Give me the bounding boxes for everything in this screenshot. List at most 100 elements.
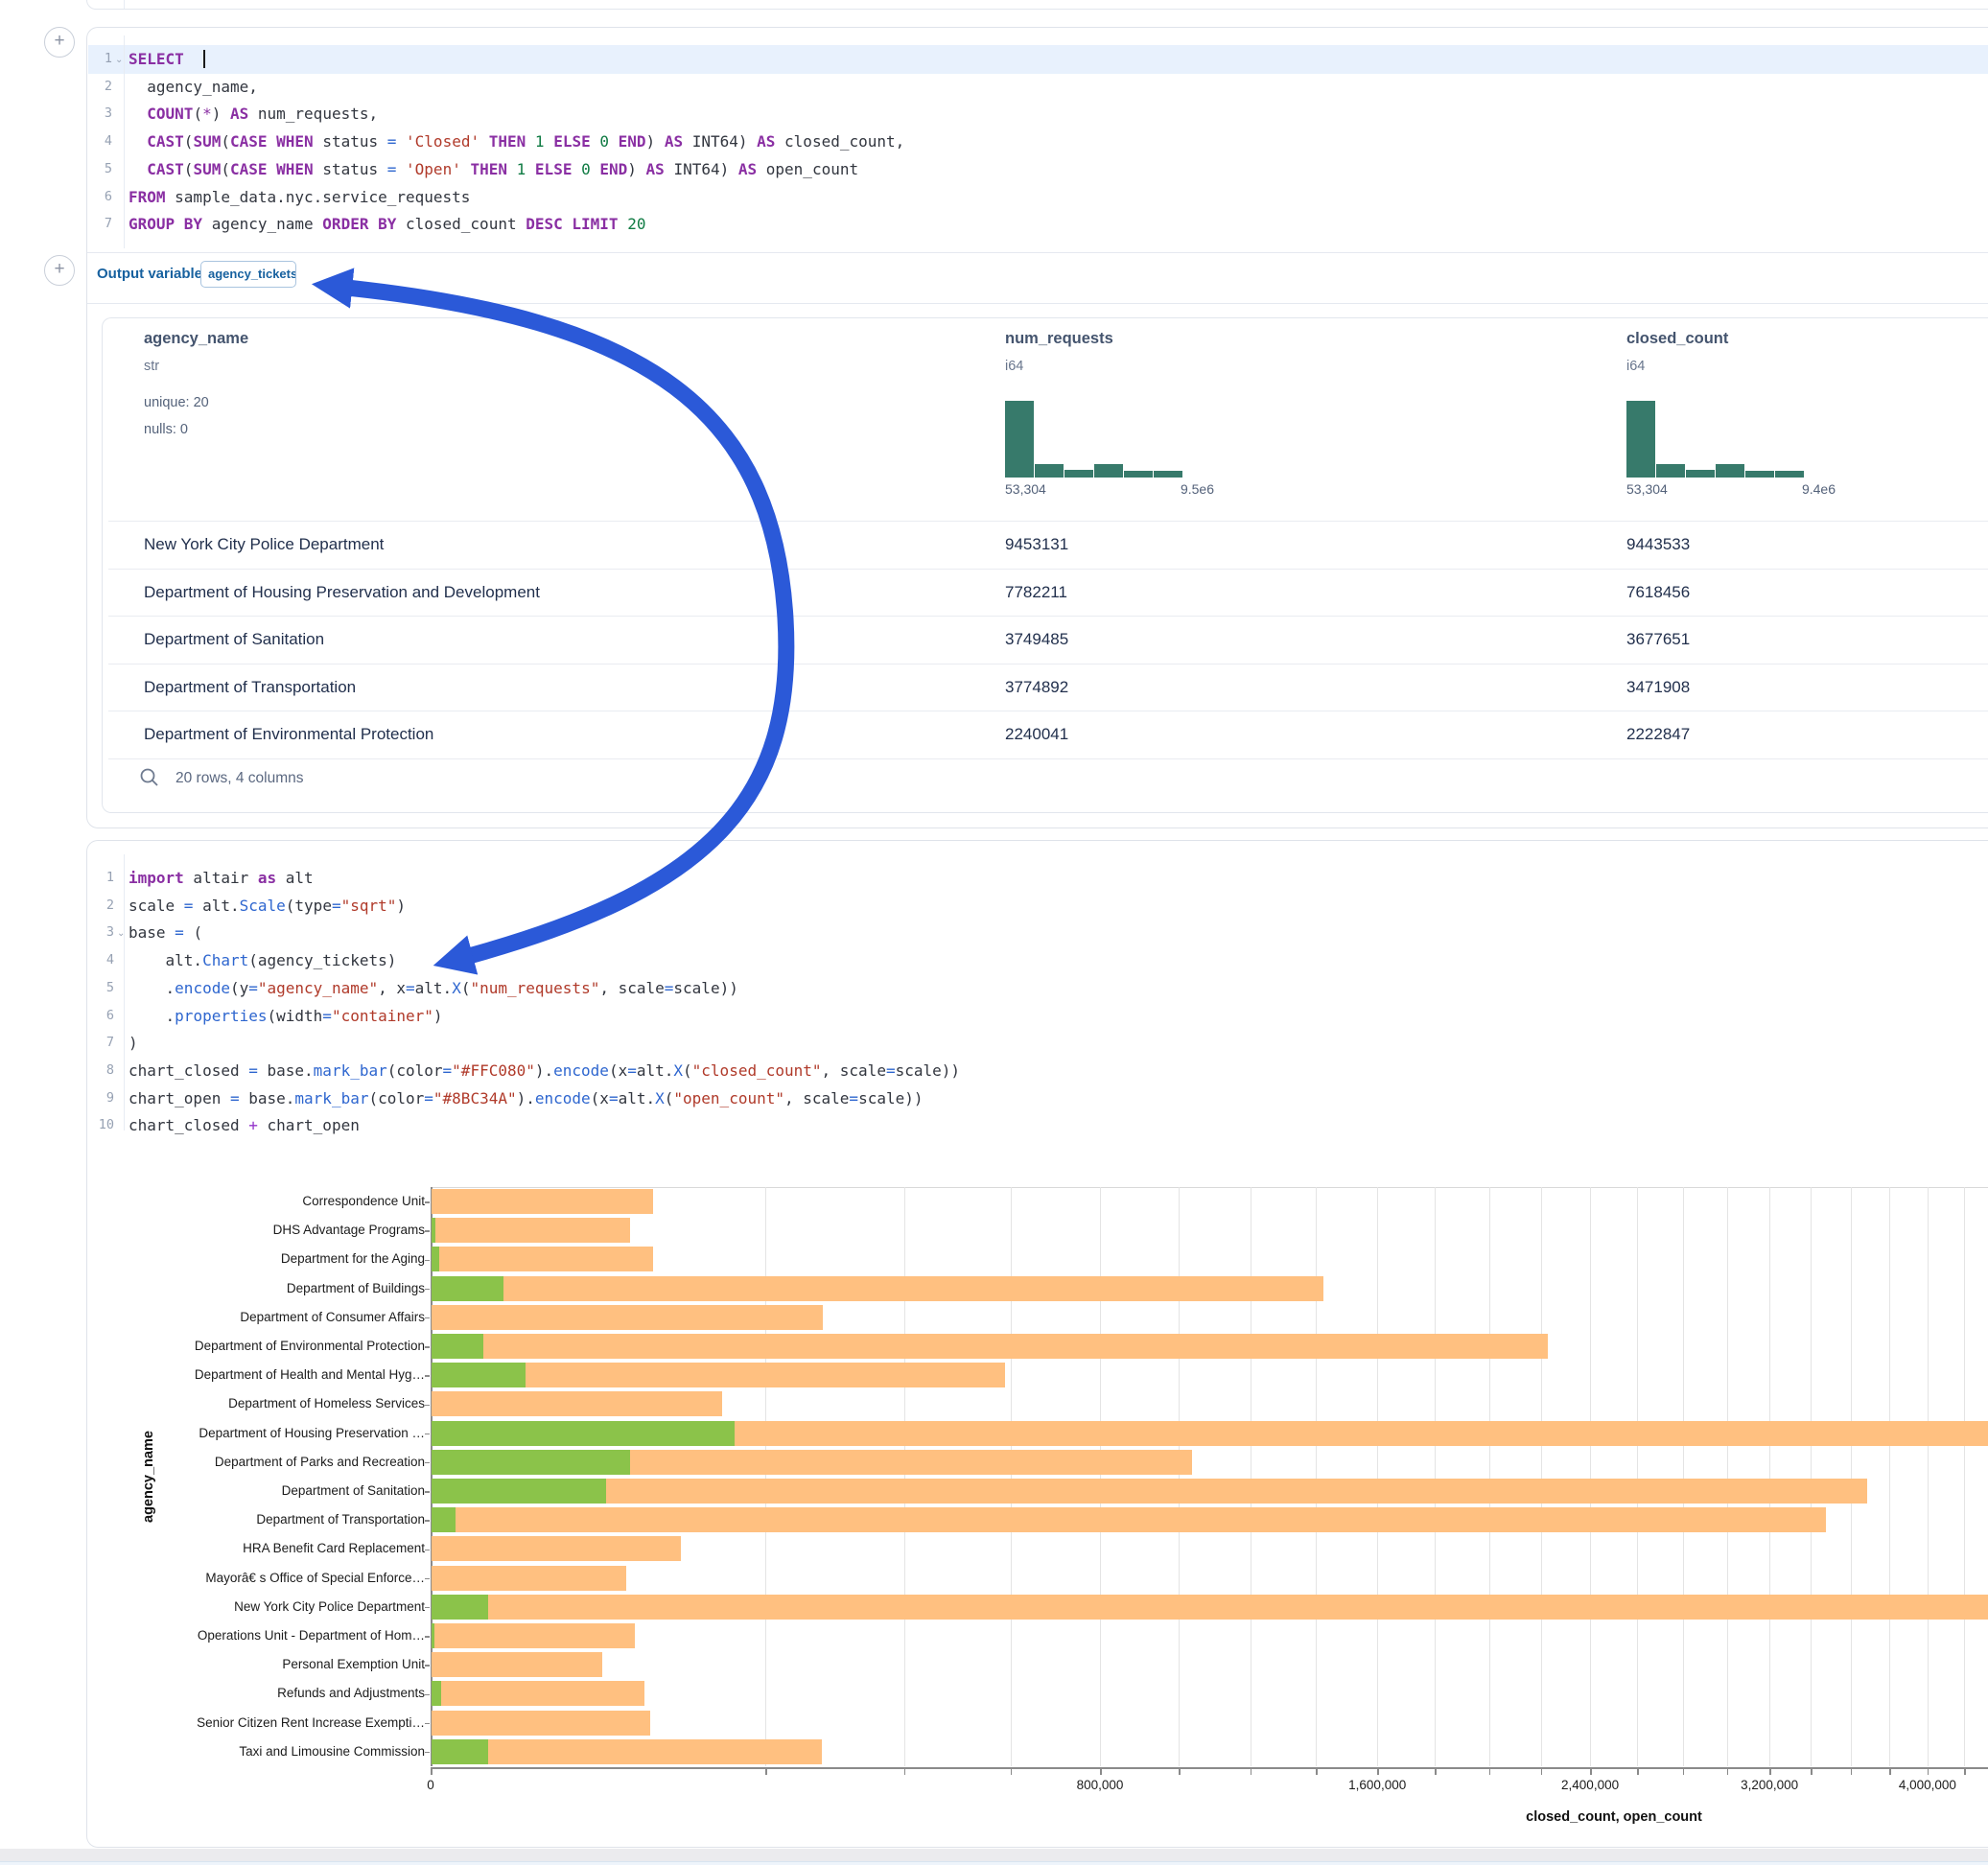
line-number: 3: [87, 105, 112, 121]
code-line: chart_open = base.mark_bar(color="#8BC34…: [129, 1088, 924, 1109]
output-variable-pill[interactable]: agency_tickets: [200, 261, 296, 288]
gridline: [765, 1187, 766, 1766]
gridline: [1851, 1187, 1852, 1766]
y-axis-category-label: Mayorâ€ s Office of Special Enforce…: [87, 1571, 425, 1585]
chart-bar-open_count: [432, 1507, 456, 1532]
line-number: 9: [87, 1090, 114, 1106]
y-axis-category-label: Department for the Aging: [87, 1251, 425, 1266]
y-axis-category-label: Department of Sanitation: [87, 1483, 425, 1498]
chart-bar-closed_count: [432, 1681, 644, 1706]
y-axis-category-label: Department of Buildings: [87, 1281, 425, 1295]
code-line: scale = alt.Scale(type="sqrt"): [129, 896, 406, 917]
gridline: [1377, 1187, 1378, 1766]
y-axis-category-label: Department of Housing Preservation …: [87, 1426, 425, 1440]
fold-chevron-icon[interactable]: ⌄: [115, 55, 123, 65]
x-axis-tick: [1251, 1769, 1252, 1775]
gridline: [1769, 1187, 1770, 1766]
code-line: ): [129, 1033, 138, 1054]
x-axis-tick: [1637, 1769, 1639, 1775]
x-axis-tick-label: 0: [363, 1778, 498, 1792]
y-axis-tick: [425, 1201, 430, 1203]
line-number: 6: [87, 1008, 114, 1023]
chart-bar-open_count: [432, 1247, 439, 1271]
code-line: chart_closed + chart_open: [129, 1115, 360, 1136]
add-cell-button-output[interactable]: +: [44, 255, 75, 286]
altair-chart-output: 0800,0001,600,0002,400,0003,200,0004,000…: [87, 1137, 1988, 1842]
x-axis-tick: [1889, 1769, 1891, 1775]
table-cell: 9453131: [1005, 535, 1068, 554]
histogram-range-labels: 53,3049.5e6: [1005, 481, 1214, 497]
column-histogram: [1005, 401, 1187, 478]
chart-bar-closed_count: [432, 1247, 653, 1271]
line-number: 8: [87, 1062, 114, 1078]
chart-bar-open_count: [432, 1623, 434, 1648]
code-line: alt.Chart(agency_tickets): [129, 950, 396, 971]
table-cell: 7618456: [1626, 583, 1690, 602]
y-axis-tick: [425, 1434, 430, 1435]
table-cell: 3749485: [1005, 630, 1068, 649]
x-axis-tick-label: 3,200,000: [1702, 1778, 1836, 1792]
y-axis-tick: [425, 1550, 430, 1551]
y-axis-category-label: Department of Consumer Affairs: [87, 1310, 425, 1324]
y-axis-category-label: Taxi and Limousine Commission: [87, 1744, 425, 1759]
y-axis-category-label: Correspondence Unit: [87, 1194, 425, 1208]
y-axis-category-label: Department of Transportation: [87, 1512, 425, 1527]
x-axis-tick: [1811, 1769, 1813, 1775]
fold-chevron-icon[interactable]: ⌄: [117, 928, 125, 939]
previous-cell-remnant: [86, 0, 1988, 10]
search-icon[interactable]: [139, 767, 160, 793]
x-axis-tick: [1851, 1769, 1853, 1775]
code-line: agency_name,: [129, 77, 258, 98]
gridline: [1964, 1187, 1965, 1766]
column-stat: nulls: 0: [144, 422, 188, 437]
sql-editor[interactable]: 1⌄SELECT 2 agency_name,3 COUNT(*) AS num…: [87, 28, 1988, 252]
gridline: [1179, 1187, 1180, 1766]
y-axis-tick: [425, 1607, 430, 1609]
y-axis-tick: [425, 1723, 430, 1725]
row-separator: [108, 569, 1988, 570]
chart-bar-closed_count: [432, 1334, 1548, 1359]
x-axis-tick-label: 4,000,000: [1860, 1778, 1988, 1792]
x-axis-tick: [1011, 1769, 1013, 1775]
code-line: .properties(width="container"): [129, 1006, 443, 1027]
python-editor[interactable]: 1import altair as alt2scale = alt.Scale(…: [87, 841, 1988, 1136]
x-axis-tick-label: 800,000: [1033, 1778, 1167, 1792]
code-line: .encode(y="agency_name", x=alt.X("num_re…: [129, 978, 738, 999]
add-cell-button-top[interactable]: +: [44, 27, 75, 58]
y-axis-tick: [425, 1694, 430, 1696]
y-axis-tick: [425, 1462, 430, 1464]
chart-bar-open_count: [432, 1276, 503, 1301]
gridline: [1100, 1187, 1101, 1766]
chart-bar-open_count: [432, 1479, 606, 1504]
y-axis-category-label: Refunds and Adjustments: [87, 1686, 425, 1700]
histogram-range-labels: 53,3049.4e6: [1626, 481, 1836, 497]
x-axis-tick: [1489, 1769, 1491, 1775]
gridline: [1316, 1187, 1317, 1766]
y-axis-tick: [425, 1752, 430, 1754]
chart-bar-closed_count: [432, 1623, 635, 1648]
gridline: [1889, 1187, 1890, 1766]
y-axis-category-label: HRA Benefit Card Replacement: [87, 1541, 425, 1555]
table-row-count: 20 rows, 4 columns: [175, 770, 304, 787]
y-axis-tick: [425, 1375, 430, 1377]
chart-bar-closed_count: [432, 1595, 1988, 1620]
code-line: base = (: [129, 922, 202, 944]
chart-bar-closed_count: [432, 1507, 1826, 1532]
x-axis-tick: [904, 1769, 906, 1775]
row-separator: [108, 758, 1988, 759]
y-axis-category-label: Personal Exemption Unit: [87, 1657, 425, 1671]
x-axis-tick: [1100, 1769, 1102, 1775]
y-axis-tick: [425, 1491, 430, 1493]
gridline: [1590, 1187, 1591, 1766]
table-cell: 3471908: [1626, 678, 1690, 697]
y-axis-category-label: Operations Unit - Department of Hom…: [87, 1628, 425, 1643]
column-histogram: [1626, 401, 1809, 478]
line-number: 1: [87, 870, 114, 885]
chart-bar-closed_count: [432, 1652, 602, 1677]
gutter-separator: [124, 854, 125, 1131]
y-axis-title: agency_name: [141, 1187, 156, 1766]
table-cell: 9443533: [1626, 535, 1690, 554]
output-row-divider: [87, 303, 1988, 304]
code-line: GROUP BY agency_name ORDER BY closed_cou…: [129, 214, 645, 235]
line-number: 1: [87, 51, 112, 66]
